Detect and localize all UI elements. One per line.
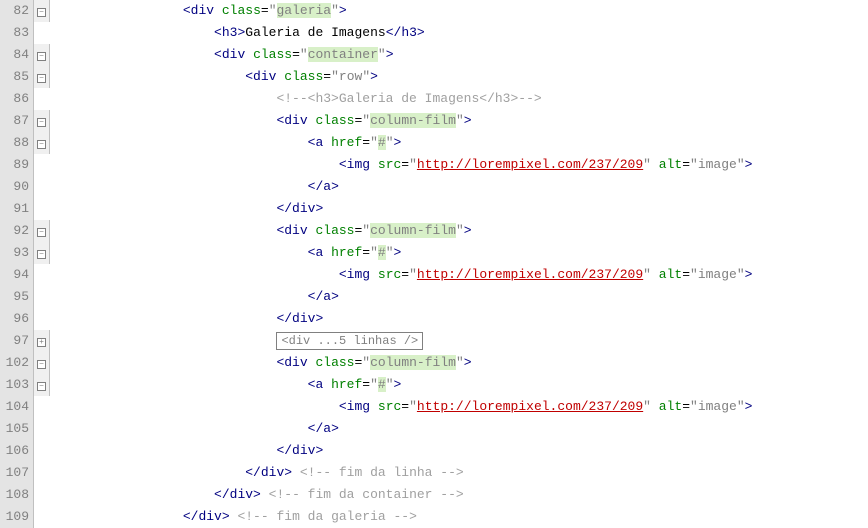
code-content[interactable]: <img src="http://lorempixel.com/237/209"…: [50, 396, 752, 418]
line-number: 83: [0, 22, 34, 44]
code-line[interactable]: 94 <img src="http://lorempixel.com/237/2…: [0, 264, 868, 286]
fold-expand-icon[interactable]: +: [37, 338, 46, 347]
line-number: 89: [0, 154, 34, 176]
code-line[interactable]: 84− <div class="container">: [0, 44, 868, 66]
code-content[interactable]: <a href="#">: [50, 242, 401, 264]
line-number: 102: [0, 352, 34, 374]
code-line[interactable]: 108 </div> <!-- fim da container -->: [0, 484, 868, 506]
line-number: 82: [0, 0, 34, 22]
fold-gutter: −: [34, 110, 50, 132]
line-number: 93: [0, 242, 34, 264]
fold-gutter: −: [34, 374, 50, 396]
fold-collapse-icon[interactable]: −: [37, 74, 46, 83]
code-line[interactable]: 86 <!--<h3>Galeria de Imagens</h3>-->: [0, 88, 868, 110]
code-content[interactable]: </div> <!-- fim da galeria -->: [50, 506, 417, 528]
code-content[interactable]: <div class="galeria">: [50, 0, 347, 22]
code-content[interactable]: <div class="container">: [50, 44, 394, 66]
line-number: 106: [0, 440, 34, 462]
fold-gutter: −: [34, 242, 50, 264]
fold-collapse-icon[interactable]: −: [37, 140, 46, 149]
code-line[interactable]: 92− <div class="column-film">: [0, 220, 868, 242]
fold-collapse-icon[interactable]: −: [37, 228, 46, 237]
code-line[interactable]: 91 </div>: [0, 198, 868, 220]
fold-gutter: −: [34, 44, 50, 66]
code-content[interactable]: <div class="column-film">: [50, 220, 472, 242]
line-number: 87: [0, 110, 34, 132]
fold-collapse-icon[interactable]: −: [37, 118, 46, 127]
code-content[interactable]: <a href="#">: [50, 374, 401, 396]
line-number: 105: [0, 418, 34, 440]
code-editor[interactable]: 82− <div class="galeria">83 <h3>Galeria …: [0, 0, 868, 528]
code-line[interactable]: 85− <div class="row">: [0, 66, 868, 88]
code-content[interactable]: <a href="#">: [50, 132, 401, 154]
code-line[interactable]: 104 <img src="http://lorempixel.com/237/…: [0, 396, 868, 418]
line-number: 84: [0, 44, 34, 66]
code-line[interactable]: 106 </div>: [0, 440, 868, 462]
fold-collapse-icon[interactable]: −: [37, 360, 46, 369]
code-line[interactable]: 88− <a href="#">: [0, 132, 868, 154]
code-line[interactable]: 95 </a>: [0, 286, 868, 308]
code-line[interactable]: 96 </div>: [0, 308, 868, 330]
line-number: 92: [0, 220, 34, 242]
code-content[interactable]: <h3>Galeria de Imagens</h3>: [50, 22, 425, 44]
line-number: 86: [0, 88, 34, 110]
code-line[interactable]: 87− <div class="column-film">: [0, 110, 868, 132]
fold-gutter: −: [34, 66, 50, 88]
code-content[interactable]: </div>: [50, 308, 323, 330]
code-line[interactable]: 83 <h3>Galeria de Imagens</h3>: [0, 22, 868, 44]
code-content[interactable]: <!--<h3>Galeria de Imagens</h3>-->: [50, 88, 542, 110]
line-number: 85: [0, 66, 34, 88]
code-line[interactable]: 97+ <div ...5 linhas />: [0, 330, 868, 352]
line-number: 109: [0, 506, 34, 528]
code-line[interactable]: 93− <a href="#">: [0, 242, 868, 264]
fold-collapse-icon[interactable]: −: [37, 250, 46, 259]
line-number: 96: [0, 308, 34, 330]
code-content[interactable]: </a>: [50, 176, 339, 198]
line-number: 108: [0, 484, 34, 506]
code-content[interactable]: <img src="http://lorempixel.com/237/209"…: [50, 264, 752, 286]
fold-gutter: −: [34, 0, 50, 22]
code-content[interactable]: </a>: [50, 286, 339, 308]
code-content[interactable]: <div ...5 linhas />: [50, 330, 423, 352]
code-line[interactable]: 82− <div class="galeria">: [0, 0, 868, 22]
code-content[interactable]: </div> <!-- fim da linha -->: [50, 462, 464, 484]
line-number: 94: [0, 264, 34, 286]
code-content[interactable]: </a>: [50, 418, 339, 440]
code-line[interactable]: 89 <img src="http://lorempixel.com/237/2…: [0, 154, 868, 176]
code-content[interactable]: <div class="row">: [50, 66, 378, 88]
line-number: 95: [0, 286, 34, 308]
code-line[interactable]: 109 </div> <!-- fim da galeria -->: [0, 506, 868, 528]
fold-gutter: +: [34, 330, 50, 352]
code-content[interactable]: </div> <!-- fim da container -->: [50, 484, 464, 506]
fold-summary[interactable]: <div ...5 linhas />: [276, 332, 423, 350]
code-line[interactable]: 90 </a>: [0, 176, 868, 198]
fold-collapse-icon[interactable]: −: [37, 8, 46, 17]
line-number: 91: [0, 198, 34, 220]
line-number: 107: [0, 462, 34, 484]
code-line[interactable]: 105 </a>: [0, 418, 868, 440]
code-line[interactable]: 107 </div> <!-- fim da linha -->: [0, 462, 868, 484]
code-content[interactable]: <div class="column-film">: [50, 110, 472, 132]
fold-gutter: −: [34, 220, 50, 242]
line-number: 90: [0, 176, 34, 198]
code-content[interactable]: <div class="column-film">: [50, 352, 472, 374]
line-number: 97: [0, 330, 34, 352]
fold-gutter: −: [34, 352, 50, 374]
line-number: 88: [0, 132, 34, 154]
code-content[interactable]: </div>: [50, 198, 323, 220]
code-content[interactable]: <img src="http://lorempixel.com/237/209"…: [50, 154, 752, 176]
code-line[interactable]: 103− <a href="#">: [0, 374, 868, 396]
line-number: 104: [0, 396, 34, 418]
code-line[interactable]: 102− <div class="column-film">: [0, 352, 868, 374]
line-number: 103: [0, 374, 34, 396]
fold-gutter: −: [34, 132, 50, 154]
code-content[interactable]: </div>: [50, 440, 323, 462]
fold-collapse-icon[interactable]: −: [37, 52, 46, 61]
fold-collapse-icon[interactable]: −: [37, 382, 46, 391]
